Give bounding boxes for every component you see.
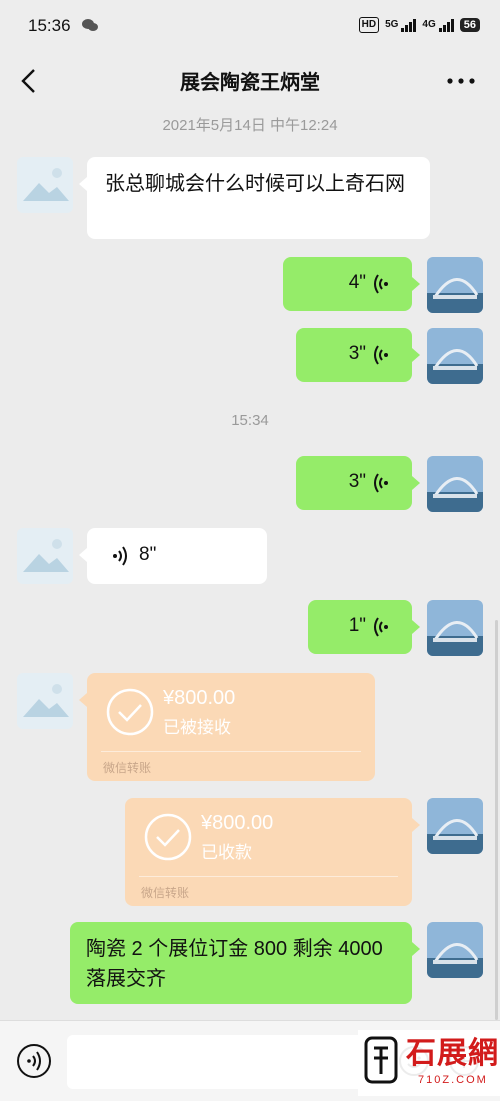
check-circle-icon xyxy=(106,688,154,736)
message-input[interactable] xyxy=(67,1035,377,1089)
voice-message[interactable]: 3" xyxy=(296,456,420,510)
voice-message[interactable]: 3" xyxy=(296,328,420,382)
status-time: 15:36 xyxy=(28,16,71,35)
battery-indicator: 56 xyxy=(459,18,480,32)
voice-duration: 8" xyxy=(139,544,157,565)
contact-avatar[interactable] xyxy=(17,528,73,584)
chat-header: 展会陶瓷王炳堂 xyxy=(0,52,500,110)
scrollbar[interactable] xyxy=(495,620,498,1020)
voice-message[interactable]: 4" xyxy=(283,257,420,311)
more-icon[interactable] xyxy=(446,74,476,88)
transfer-amount: ¥800.00 xyxy=(201,812,274,834)
status-indicators: HD 5G 4G 56 xyxy=(358,14,480,36)
hd-badge: HD xyxy=(358,17,380,33)
divider xyxy=(101,751,361,752)
chat-title: 展会陶瓷王炳堂 xyxy=(180,72,320,94)
contact-avatar[interactable] xyxy=(17,673,73,729)
transfer-status: 已被接收 xyxy=(163,718,231,737)
divider xyxy=(139,876,398,877)
voice-wave-icon xyxy=(374,617,388,637)
my-avatar[interactable] xyxy=(427,600,483,656)
signal-4g: 4G xyxy=(422,18,454,32)
transfer-footer: 微信转账 xyxy=(103,761,152,775)
wechat-notification-icon xyxy=(82,19,98,31)
my-avatar[interactable] xyxy=(427,456,483,512)
voice-message[interactable]: 1" xyxy=(308,600,420,654)
message-text[interactable]: 陶瓷 2 个展位订金 800 剩余 4000 落展交齐 xyxy=(70,922,420,1004)
timestamp: 15:34 xyxy=(231,412,269,429)
transfer-card[interactable]: ¥800.00 已收款 微信转账 xyxy=(125,798,420,906)
check-circle-icon xyxy=(144,813,192,861)
voice-message[interactable]: 8" xyxy=(79,528,267,584)
transfer-card[interactable]: ¥800.00 已被接收 微信转账 xyxy=(79,673,375,781)
voice-wave-icon xyxy=(374,274,388,294)
voice-duration: 3" xyxy=(348,471,366,492)
watermark-subtext: 710Z.COM xyxy=(418,1074,488,1086)
voice-duration: 4" xyxy=(348,272,366,293)
voice-wave-icon xyxy=(374,473,388,493)
voice-input-icon[interactable] xyxy=(16,1043,52,1079)
voice-wave-icon xyxy=(113,546,127,566)
signal-5g: 5G xyxy=(385,18,417,32)
transfer-footer: 微信转账 xyxy=(141,886,190,900)
voice-duration: 3" xyxy=(348,343,366,364)
my-avatar[interactable] xyxy=(427,328,483,384)
voice-duration: 1" xyxy=(348,615,366,636)
my-avatar[interactable] xyxy=(427,798,483,854)
contact-avatar[interactable] xyxy=(17,157,73,213)
timestamp: 2021年5月14日 中午12:24 xyxy=(162,117,338,134)
my-avatar[interactable] xyxy=(427,257,483,313)
watermark-text: 石展網 xyxy=(406,1036,499,1071)
transfer-status: 已收款 xyxy=(201,843,252,862)
transfer-amount: ¥800.00 xyxy=(163,687,236,709)
voice-wave-icon xyxy=(374,345,388,365)
message-text[interactable]: 张总聊城会什么时候可以上奇石网 xyxy=(79,157,430,239)
my-avatar[interactable] xyxy=(427,922,483,978)
status-bar: 15:36 HD 5G 4G 56 xyxy=(0,0,500,52)
